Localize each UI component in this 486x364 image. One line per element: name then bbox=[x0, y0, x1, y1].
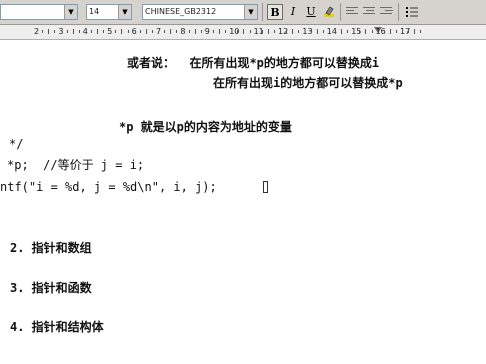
toolbar-separator bbox=[262, 3, 263, 21]
doc-line-2: 在所有出现i的地方都可以替换成*p bbox=[213, 76, 403, 90]
ruler-number: 7 bbox=[156, 27, 162, 36]
list-item-structs: 4. 指针和结构体 bbox=[10, 320, 104, 334]
ruler-tick bbox=[115, 30, 117, 33]
ruler-tick bbox=[395, 30, 397, 33]
ruler-tick bbox=[54, 30, 56, 33]
ruler-tick bbox=[267, 29, 269, 34]
ruler-number: 5 bbox=[107, 27, 113, 36]
font-name-combobox[interactable]: CHINESE_GB2312 ▼ bbox=[142, 4, 258, 20]
formatting-toolbar: ▼ 14 ▼ CHINESE_GB2312 ▼ B I U bbox=[0, 0, 486, 25]
ruler-tick bbox=[170, 29, 172, 34]
list-item-functions: 3. 指针和函数 bbox=[10, 281, 92, 295]
ruler-tick bbox=[322, 30, 324, 33]
bullets-button[interactable] bbox=[404, 4, 420, 20]
ruler-tick bbox=[219, 29, 220, 34]
ruler-tick bbox=[188, 30, 190, 33]
ruler-tick bbox=[347, 30, 349, 33]
ruler-tick bbox=[389, 29, 391, 34]
ruler-tick bbox=[237, 30, 239, 33]
ruler-tick bbox=[151, 30, 153, 33]
highlight-icon bbox=[324, 6, 334, 17]
ruler-tick bbox=[316, 29, 318, 34]
horizontal-ruler[interactable]: 2 3 4 5 6 7 8 9 10 11 12 13 14 15 16 17 bbox=[0, 25, 486, 40]
ruler-tick bbox=[371, 30, 373, 33]
ruler-tick bbox=[164, 30, 166, 33]
ruler-tick bbox=[341, 29, 342, 34]
underline-button[interactable]: U bbox=[303, 4, 319, 20]
ruler-tick bbox=[261, 30, 263, 33]
code-line-assign: *p; //等价于 j = i; bbox=[7, 158, 145, 172]
toolbar-separator bbox=[340, 3, 341, 21]
ruler-tick bbox=[243, 29, 245, 34]
ruler-tick bbox=[292, 29, 294, 34]
ruler-tick bbox=[273, 30, 275, 33]
toolbar-separator bbox=[398, 3, 399, 21]
ruler-tick bbox=[42, 30, 44, 33]
ruler-tick bbox=[127, 30, 129, 33]
ruler-tick bbox=[298, 30, 300, 33]
ruler-tick bbox=[310, 30, 312, 33]
ruler-tick bbox=[48, 29, 50, 34]
chevron-down-icon[interactable]: ▼ bbox=[244, 5, 257, 19]
bullets-icon bbox=[406, 7, 418, 17]
chevron-down-icon[interactable]: ▼ bbox=[64, 5, 77, 19]
ruler-tick bbox=[249, 30, 251, 33]
font-size-combobox[interactable]: 14 ▼ bbox=[86, 4, 132, 20]
list-item-arrays: 2. 指针和数组 bbox=[10, 241, 92, 255]
ruler-number: 6 bbox=[131, 27, 137, 36]
code-line-comment-end: */ bbox=[9, 137, 24, 151]
ruler-tick bbox=[78, 30, 80, 33]
align-left-icon[interactable] bbox=[345, 5, 359, 19]
align-right-icon[interactable] bbox=[379, 5, 393, 19]
ruler-tick bbox=[212, 30, 214, 33]
ruler-tick bbox=[225, 30, 227, 33]
ruler-tick bbox=[90, 30, 92, 33]
align-center-icon[interactable] bbox=[362, 5, 376, 19]
ruler-tick bbox=[103, 30, 105, 33]
ruler-tick bbox=[194, 29, 196, 34]
ruler-tick bbox=[420, 30, 422, 33]
ruler-tick bbox=[334, 30, 336, 33]
code-line-printf: ntf("i = %d, j = %d\n", i, j); bbox=[0, 180, 217, 194]
ruler-tick bbox=[176, 30, 178, 33]
font-name-value: CHINESE_GB2312 bbox=[145, 7, 217, 16]
ruler-tick bbox=[139, 30, 141, 33]
ruler-tick bbox=[408, 30, 410, 33]
text-caret bbox=[263, 181, 268, 193]
ruler-tick bbox=[286, 30, 288, 33]
doc-line-1: 或者说： 在所有出现*p的地方都可以替换成i bbox=[127, 56, 380, 70]
ruler-number: 8 bbox=[180, 27, 186, 36]
doc-line-3: *p 就是以p的内容为地址的变量 bbox=[119, 120, 292, 134]
ruler-number: 9 bbox=[204, 27, 210, 36]
bold-button[interactable]: B bbox=[267, 4, 283, 20]
chevron-down-icon[interactable]: ▼ bbox=[118, 5, 131, 19]
font-size-value: 14 bbox=[89, 7, 100, 16]
style-combobox[interactable]: ▼ bbox=[0, 4, 78, 20]
ruler-number: 3 bbox=[58, 27, 64, 36]
ruler-tick bbox=[121, 29, 123, 34]
italic-button[interactable]: I bbox=[285, 4, 301, 20]
ruler-tick bbox=[383, 30, 385, 33]
ruler-tick bbox=[200, 30, 202, 33]
ruler-tick bbox=[145, 29, 147, 34]
ruler-tick bbox=[66, 30, 68, 33]
ruler-tick bbox=[359, 30, 361, 33]
ruler-tick bbox=[97, 29, 98, 34]
ruler-tick bbox=[365, 29, 367, 34]
highlight-button[interactable] bbox=[321, 4, 337, 20]
ruler-tick bbox=[72, 29, 74, 34]
ruler-number: 2 bbox=[34, 27, 40, 36]
ruler-tick bbox=[414, 29, 416, 34]
ruler-number: 4 bbox=[82, 27, 88, 36]
